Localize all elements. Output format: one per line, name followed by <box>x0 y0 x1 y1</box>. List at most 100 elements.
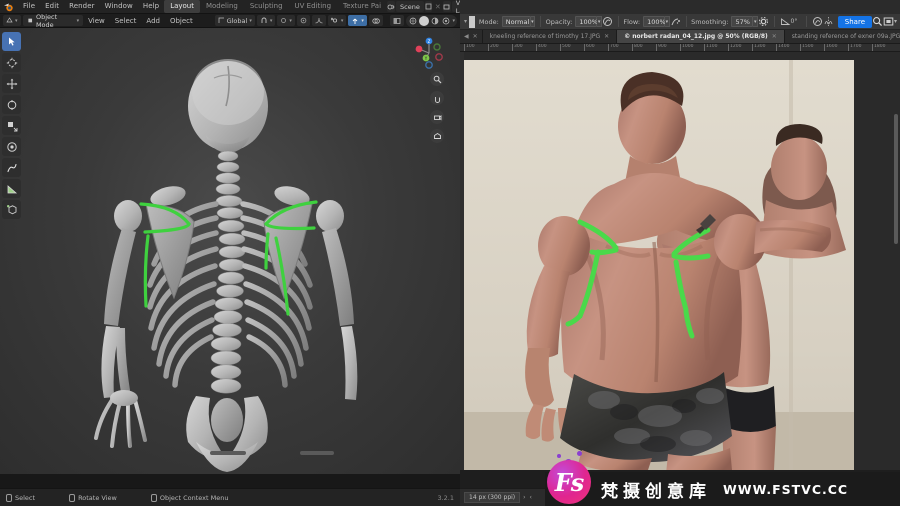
status-object-context-menu: Object Context Menu <box>150 493 228 502</box>
new-scene-button[interactable] <box>424 1 432 12</box>
shading-material-button[interactable] <box>430 16 440 26</box>
workspace-tab-modeling[interactable]: Modeling <box>200 0 244 13</box>
airbrush-icon[interactable] <box>670 15 681 29</box>
pressure-opacity-icon[interactable] <box>602 15 613 29</box>
workspace-tab-sculpting[interactable]: Sculpting <box>244 0 289 13</box>
reference-photo[interactable] <box>464 60 854 470</box>
tweak-tool[interactable] <box>2 32 21 51</box>
ruler-tick: 500 <box>560 44 571 51</box>
object-menu[interactable]: Object <box>165 17 198 25</box>
watermark-dot <box>557 454 561 458</box>
tab-standing-reference[interactable]: standing reference of exner 09a.JPG ✕ <box>785 30 900 43</box>
move-tool[interactable] <box>2 74 21 93</box>
pressure-size-icon[interactable] <box>812 15 823 29</box>
rotate-tool[interactable] <box>2 95 21 114</box>
arrange-documents-icon[interactable] <box>883 15 894 29</box>
workspace-switcher-icon[interactable]: ▾ <box>894 18 900 25</box>
select-menu[interactable]: Select <box>110 17 142 25</box>
status-expand-icon[interactable]: › <box>523 494 525 501</box>
brush-angle-value[interactable]: 0° <box>791 18 798 25</box>
photoshop-canvas-area[interactable] <box>460 52 900 470</box>
blender-toolbar <box>2 32 22 219</box>
tab-scroll-left[interactable]: ◀ ✕ <box>460 30 483 43</box>
annotate-tool[interactable] <box>2 158 21 177</box>
move-view-icon[interactable] <box>430 91 444 105</box>
snap-target-icon[interactable]: ▾ <box>277 15 295 26</box>
navigation-gizmo[interactable]: Z Y <box>412 36 446 70</box>
shading-solid-button[interactable] <box>419 15 430 26</box>
brush-size-status[interactable]: 14 px (300 ppi) <box>464 492 521 503</box>
mode-selector[interactable]: Object Mode ▾ <box>22 12 84 29</box>
shading-mode-group[interactable]: ▾ <box>406 14 457 27</box>
smoothing-label: Smoothing: <box>691 17 729 26</box>
symmetry-icon[interactable] <box>823 15 834 29</box>
mode-dropdown-icon[interactable]: ▾ <box>530 16 536 27</box>
workspace-tab-texture-paint[interactable]: Texture Pai <box>337 0 387 13</box>
close-icon[interactable]: ✕ <box>473 33 478 40</box>
blender-status-bar: Select Rotate View Object Context Menu 3… <box>0 488 460 506</box>
ruler-tick: 100 <box>464 44 475 51</box>
close-icon[interactable]: ✕ <box>772 33 777 40</box>
opacity-value[interactable]: 100% <box>575 16 598 27</box>
blender-window: File Edit Render Window Help Layout Mode… <box>0 0 495 506</box>
search-icon[interactable] <box>872 15 883 29</box>
menu-render[interactable]: Render <box>64 0 100 13</box>
shading-wireframe-button[interactable] <box>408 16 418 26</box>
scene-field[interactable]: Scene <box>396 1 424 12</box>
blender-3d-viewport[interactable]: Options ▾ <box>0 28 460 474</box>
workspace-tab-layout[interactable]: Layout <box>164 0 200 13</box>
workspace-tab-uv-editing[interactable]: UV Editing <box>289 0 338 13</box>
flow-value[interactable]: 100% <box>643 16 666 27</box>
viewport-scrollbars[interactable] <box>0 451 460 456</box>
opacity-label: Opacity: <box>545 17 573 26</box>
scene-icon[interactable] <box>387 1 396 12</box>
remove-scene-button[interactable]: ✕ <box>433 3 443 11</box>
mode-value[interactable]: Normal <box>501 16 531 27</box>
measure-tool[interactable] <box>2 179 21 198</box>
proportional-edit-icon[interactable] <box>296 15 310 26</box>
xray-toggle[interactable] <box>390 15 405 26</box>
add-cube-tool[interactable] <box>2 200 21 219</box>
camera-view-icon[interactable] <box>430 110 444 124</box>
menu-window[interactable]: Window <box>100 0 138 13</box>
scale-tool[interactable] <box>2 116 21 135</box>
transform-tool[interactable] <box>2 137 21 156</box>
blender-logo-icon[interactable] <box>3 1 14 12</box>
close-icon[interactable]: ✕ <box>604 33 609 40</box>
brush-angle-icon[interactable] <box>780 15 791 29</box>
mouse-right-icon <box>150 493 157 502</box>
share-button[interactable]: Share <box>837 15 872 28</box>
ruler-tick: 900 <box>656 44 667 51</box>
tab-kneeling-reference[interactable]: kneeling reference of timothy 17.JPG ✕ <box>483 30 618 43</box>
cursor-tool[interactable] <box>2 53 21 72</box>
editor-type-button[interactable]: ▾ <box>3 15 21 26</box>
gear-icon[interactable] <box>758 15 769 29</box>
svg-text:Z: Z <box>428 39 431 44</box>
smoothing-value[interactable]: 57% <box>731 16 754 27</box>
brush-preset-icon[interactable] <box>469 15 475 28</box>
view-menu[interactable]: View <box>83 17 110 25</box>
scene-name: Scene <box>400 2 420 11</box>
falloff-icon[interactable] <box>311 15 326 26</box>
menu-help[interactable]: Help <box>138 0 164 13</box>
transform-orientation-selector[interactable]: Global ▾ <box>214 15 255 26</box>
add-menu[interactable]: Add <box>141 17 165 25</box>
menu-file[interactable]: File <box>18 0 40 13</box>
tool-preset-chevron-icon[interactable]: ▾ <box>462 18 469 25</box>
orthographic-icon[interactable] <box>430 129 444 143</box>
zoom-icon[interactable] <box>430 72 444 86</box>
menu-edit[interactable]: Edit <box>40 0 64 13</box>
viewlayer-icon[interactable] <box>442 1 451 12</box>
orientation-label: Global <box>226 16 248 25</box>
status-chevron-icon[interactable]: ‹ <box>530 494 532 501</box>
gizmo-toggle[interactable]: ▾ <box>348 15 367 26</box>
mouse-middle-icon <box>69 493 76 502</box>
snap-icon[interactable]: ▾ <box>256 15 276 26</box>
mode-label: Object Mode <box>35 12 58 29</box>
tab-norbert-radan-active[interactable]: © norbert radan_04_12.jpg @ 50% (RGB/8) … <box>617 30 785 43</box>
vertical-scrollbar[interactable] <box>894 114 898 244</box>
shading-rendered-button[interactable] <box>441 16 451 26</box>
blender-3dview-header: ▾ Object Mode ▾ View Select Add Object G… <box>0 12 460 29</box>
object-visibility-icon[interactable]: ▾ <box>327 15 347 26</box>
overlays-icon[interactable] <box>368 15 383 26</box>
